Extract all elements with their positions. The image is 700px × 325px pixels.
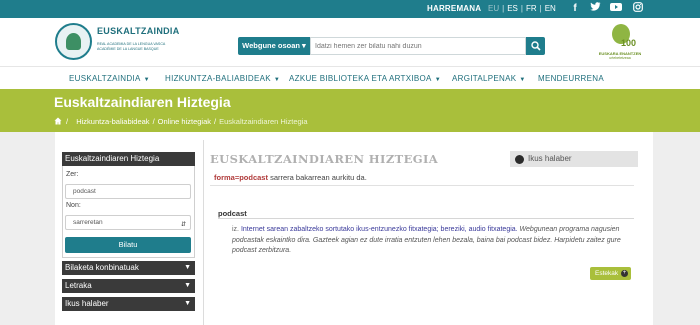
accordion-bilaketa[interactable]: Bilaketa konbinatuak ▼ [62,261,195,275]
circle-icon [515,155,524,164]
chevron-updown-icon: ⇵ [180,222,186,228]
badge-line2: urtebetetzeaa [609,56,631,60]
youtube-icon[interactable] [609,2,623,16]
chevron-down-icon: ▼ [519,77,526,83]
logo-subtitle-fr: ACADÉMIE DE LA LANGUE BASQUE [97,47,159,51]
ikus-halaber-button[interactable]: Ikus halaber [510,151,638,167]
search-scope-dropdown[interactable]: Webgune osoan ▾ [238,37,310,55]
divider [210,185,634,186]
main-nav: EUSKALTZAINDIA ▼ HIZKUNTZA-BALIABIDEAK ▼ A… [0,66,700,89]
result-text: sarrera bakarrean aurkitu da. [267,173,367,182]
lang-eu[interactable]: EU [488,4,499,13]
nav-item-mendeurrena[interactable]: MENDEURRENA [538,74,604,83]
breadcrumb-sep: / [66,117,69,126]
result-summary: forma=podcast sarrera bakarrean aurkitu … [214,173,367,182]
label-non: Non: [66,202,81,209]
dictionary-title: EUSKALTZAINDIAREN HIZTEGIA [210,152,439,166]
chevron-down-icon: ▼ [273,77,281,83]
lang-es[interactable]: ES [507,4,518,13]
site-search-input[interactable] [310,37,526,55]
nav-item-azkue[interactable]: AZKUE BIBLIOTEKA ETA ARTXIBOA ▼ [289,74,441,83]
chevron-down-icon: ▼ [184,300,191,307]
plus-icon: + [621,270,628,277]
page-title: Euskaltzaindiaren Hiztegia [54,94,231,110]
entry-definition: iz. Internet sarean zabaltzeko sortutako… [232,225,632,257]
site-header: EUSKALTZAINDIA REAL ACADEMIA DE LA LENGU… [0,18,700,66]
language-switcher: EU | ES | FR | EN [488,4,556,13]
breadcrumb: / Hizkuntza-baliabideak / Online hiztegiak… [54,116,308,126]
logo-subtitle-es: REAL ACADEMIA DE LA LENGUA VASCA [97,42,166,46]
centenary-badge[interactable]: 100 EUSKARA ENANTZEN urtebetetzeaa [598,23,642,61]
logo-title[interactable]: EUSKALTZAINDIA [97,26,180,36]
definition-text[interactable]: Internet sarean zabaltzeko sortutako iku… [239,226,518,233]
query-input[interactable]: podcast [65,184,191,199]
lang-fr[interactable]: FR [526,4,537,13]
entry-headword: podcast [218,209,247,218]
column-divider [203,140,204,325]
links-button[interactable]: Estekak + [590,267,631,280]
sidebar-heading: Euskaltzaindiaren Hiztegia [62,152,195,166]
nav-item-argitalpenak[interactable]: ARGITALPENAK ▼ [452,74,526,83]
breadcrumb-current: Euskaltzaindiaren Hiztegia [219,117,308,126]
chevron-down-icon: ▼ [434,77,441,83]
result-query: forma=podcast [214,173,268,182]
search-submit-button[interactable]: Bilatu [65,237,191,253]
chevron-down-icon: ▼ [184,264,191,271]
chevron-down-icon: ▼ [184,282,191,289]
nav-item-euskaltzaindia[interactable]: EUSKALTZAINDIA ▼ [69,74,150,83]
accordion-ikus-halaber[interactable]: Ikus halaber ▼ [62,297,195,311]
badge-number: 100 [621,38,637,48]
nav-item-baliabideak[interactable]: HIZKUNTZA-BALIABIDEAK ▼ [165,74,280,83]
part-of-speech: iz. [232,226,239,233]
top-bar: HARREMANA EU | ES | FR | EN f [0,0,700,18]
divider [218,218,634,219]
lang-en[interactable]: EN [545,4,556,13]
chevron-down-icon: ▼ [143,77,150,83]
accordion-letraka[interactable]: Letraka ▼ [62,279,195,293]
oak-tree-logo-icon[interactable] [55,23,92,60]
search-icon [531,41,541,51]
breadcrumb-hiztegiak[interactable]: Online hiztegiak [158,117,211,126]
search-button[interactable] [526,37,545,55]
where-select[interactable]: sarreretan ⇵ [65,215,191,230]
breadcrumb-baliabideak[interactable]: Hizkuntza-baliabideak [76,117,149,126]
twitter-icon[interactable] [588,2,602,16]
label-zer: Zer: [66,171,79,178]
contact-link[interactable]: HARREMANA [427,4,481,13]
home-icon[interactable] [54,117,62,125]
facebook-icon[interactable]: f [568,2,582,16]
page-banner: Euskaltzaindiaren Hiztegia / Hizkuntza-b… [0,89,700,132]
instagram-icon[interactable] [631,2,645,16]
